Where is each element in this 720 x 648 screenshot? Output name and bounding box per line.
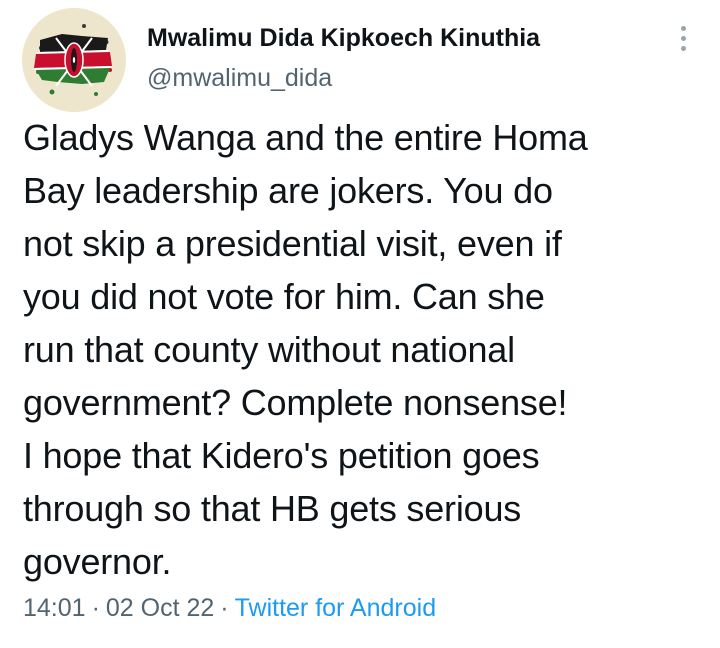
tweet-card: Mwalimu Dida Kipkoech Kinuthia @mwalimu_… xyxy=(0,0,720,648)
more-vertical-icon xyxy=(680,25,686,31)
tweet-text-line: not skip a presidential visit, even if xyxy=(23,223,562,264)
more-vertical-icon xyxy=(680,35,686,41)
tweet-text-line: governor. xyxy=(23,541,172,582)
tweet-text-line: Bay leadership are jokers. You do xyxy=(23,170,553,211)
tweet-date[interactable]: 02 Oct 22 xyxy=(106,594,214,622)
tweet-text-line: Gladys Wanga and the entire Homa xyxy=(23,117,588,158)
tweet-text-line: you did not vote for him. Can she xyxy=(23,276,545,317)
tweet-metadata: 14:01 · 02 Oct 22 · Twitter for Android xyxy=(23,594,436,623)
tweet-time[interactable]: 14:01 xyxy=(23,594,86,622)
more-options-button[interactable] xyxy=(666,18,700,58)
avatar[interactable] xyxy=(22,8,126,112)
more-vertical-icon xyxy=(680,45,686,51)
kenya-flag-shield-avatar-icon xyxy=(22,8,126,112)
tweet-text-line: I hope that Kidero's petition goes xyxy=(23,435,540,476)
tweet-text: Gladys Wanga and the entire Homa Bay lea… xyxy=(23,111,713,588)
tweet-text-line: through so that HB gets serious xyxy=(23,488,522,529)
author-display-name[interactable]: Mwalimu Dida Kipkoech Kinuthia xyxy=(147,24,540,53)
meta-separator: · xyxy=(220,594,229,622)
tweet-source-link[interactable]: Twitter for Android xyxy=(235,594,436,622)
meta-separator: · xyxy=(91,594,100,622)
tweet-text-line: government? Complete nonsense! xyxy=(23,382,568,423)
tweet-text-line: run that county without national xyxy=(23,329,515,370)
author-handle[interactable]: @mwalimu_dida xyxy=(147,64,332,93)
